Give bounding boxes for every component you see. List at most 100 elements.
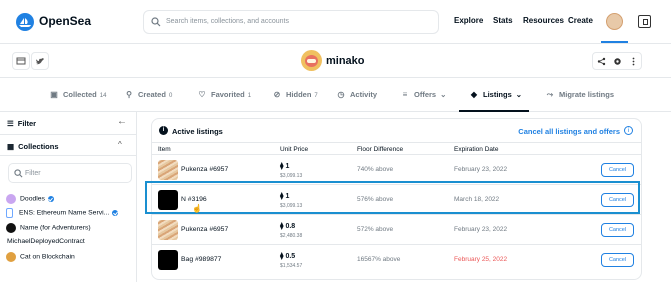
chevron-down-icon: ⌄ bbox=[515, 90, 523, 99]
collapse-arrow-icon[interactable]: ← bbox=[117, 116, 127, 127]
unit-price: ⧫ 0.5 bbox=[280, 253, 296, 260]
floor-difference: 16567% above bbox=[357, 256, 401, 263]
tab-migrate-listings[interactable]: ⤳ Migrate listings bbox=[545, 90, 614, 100]
nav-explore[interactable]: Explore bbox=[454, 16, 483, 25]
brush-icon: ⚲ bbox=[126, 90, 132, 99]
eth-icon: ⧫ bbox=[280, 223, 284, 230]
eth-icon: ⧫ bbox=[280, 163, 284, 170]
sidebar-item-michael-contract[interactable]: MichaelDeployedContract bbox=[7, 238, 135, 250]
selected-row-highlight bbox=[145, 181, 640, 214]
help-icon[interactable]: i bbox=[624, 126, 633, 135]
search-icon bbox=[14, 169, 23, 178]
global-search-input[interactable]: Search items, collections, and accounts bbox=[143, 10, 439, 34]
floor-difference: 572% above bbox=[357, 226, 394, 233]
collections-section-header[interactable]: ▦ Collections ^ bbox=[0, 134, 136, 156]
profile-avatar-icon[interactable] bbox=[606, 13, 623, 30]
sidebar-item-doodles[interactable]: Doodles bbox=[6, 194, 134, 206]
top-navbar: OpenSea Search items, collections, and a… bbox=[0, 0, 671, 44]
filter-header[interactable]: ☰ Filter bbox=[7, 119, 36, 128]
active-tab-indicator bbox=[459, 110, 529, 112]
table-row[interactable]: Pukenza #6957 ⧫ 1 $3,099.13 740% above Fe… bbox=[152, 154, 641, 184]
chevron-down-icon: ⌄ bbox=[440, 90, 447, 99]
filter-sidebar: ☰ Filter ← ▦ Collections ^ Filter Doodles … bbox=[0, 112, 137, 282]
search-icon bbox=[151, 17, 161, 27]
hand-cursor-icon: ☝ bbox=[192, 204, 202, 213]
usd-price: $1,534.57 bbox=[280, 263, 303, 269]
tab-favorited[interactable]: ♡ Favorited 1 bbox=[197, 90, 251, 99]
grid-icon: ▦ bbox=[7, 142, 15, 151]
profile-actions bbox=[592, 52, 642, 70]
tab-hidden[interactable]: ⊘ Hidden 7 bbox=[272, 90, 318, 99]
cat-avatar bbox=[6, 252, 16, 262]
unit-price: ⧫ 0.8 bbox=[280, 223, 296, 230]
wallet-icon[interactable] bbox=[638, 15, 651, 28]
panel-header: i Active listings Cancel all listings an… bbox=[152, 119, 641, 143]
cancel-listing-button[interactable]: Cancel bbox=[601, 163, 634, 177]
heart-icon: ♡ bbox=[198, 90, 206, 99]
search-placeholder: Search items, collections, and accounts bbox=[166, 18, 289, 25]
ens-avatar bbox=[6, 208, 13, 218]
eye-off-icon: ⊘ bbox=[273, 90, 281, 99]
item-name[interactable]: Bag #989877 bbox=[181, 256, 221, 263]
cancel-listing-button[interactable]: Cancel bbox=[601, 253, 634, 267]
item-thumbnail[interactable] bbox=[158, 160, 178, 180]
tab-listings[interactable]: ◆ Listings ⌄ bbox=[469, 90, 522, 99]
brand-name[interactable]: OpenSea bbox=[39, 14, 91, 28]
tab-offers[interactable]: ≡ Offers ⌄ bbox=[400, 90, 447, 99]
expiration-date: February 25, 2022 bbox=[454, 256, 508, 263]
column-header-expiration: Expiration Date bbox=[454, 146, 499, 153]
verified-badge-icon bbox=[112, 210, 119, 216]
nav-stats[interactable]: Stats bbox=[493, 16, 513, 25]
profile-tabs: ▣ Collected 14 ⚲ Created 0 ♡ Favorited 1 ⊘ Hidd… bbox=[0, 78, 671, 112]
panel-title: Active listings bbox=[172, 127, 223, 136]
collected-icon: ▣ bbox=[50, 90, 58, 99]
item-thumbnail[interactable] bbox=[158, 250, 178, 270]
profile-active-indicator bbox=[601, 41, 628, 43]
twitter-button[interactable] bbox=[31, 52, 49, 70]
floor-difference: 740% above bbox=[357, 166, 394, 173]
tab-activity[interactable]: ◷ Activity bbox=[336, 90, 378, 99]
column-header-item: Item bbox=[158, 146, 171, 153]
sidebar-item-cat-on-blockchain[interactable]: Cat on Blockchain bbox=[6, 252, 134, 264]
nav-create[interactable]: Create bbox=[568, 16, 593, 25]
opensea-logo-icon[interactable] bbox=[16, 13, 34, 31]
item-name[interactable]: Pukenza #6957 bbox=[181, 166, 228, 173]
column-header-floor: Floor Difference bbox=[357, 146, 404, 153]
clock-icon: ◷ bbox=[337, 90, 345, 99]
chevron-up-icon: ^ bbox=[118, 140, 122, 149]
more-options-icon[interactable] bbox=[625, 53, 641, 69]
profile-name: minako bbox=[326, 55, 365, 67]
share-icon[interactable] bbox=[593, 53, 609, 69]
item-thumbnail[interactable] bbox=[158, 220, 178, 240]
expiration-date: February 23, 2022 bbox=[454, 226, 508, 233]
sidebar-item-ens[interactable]: ENS: Ethereum Name Servi... bbox=[6, 208, 134, 220]
tab-collected[interactable]: ▣ Collected 14 bbox=[49, 90, 106, 99]
profile-bar: minako bbox=[0, 44, 671, 78]
window-icon bbox=[16, 57, 26, 65]
twitter-icon bbox=[36, 58, 44, 65]
usd-price: $2,480.38 bbox=[280, 233, 303, 239]
name-adventurers-avatar bbox=[6, 223, 16, 233]
item-name[interactable]: Pukenza #6957 bbox=[181, 226, 228, 233]
settings-gear-icon[interactable] bbox=[609, 53, 625, 69]
list-icon: ≡ bbox=[402, 90, 408, 99]
tab-created[interactable]: ⚲ Created 0 bbox=[124, 90, 172, 99]
nav-resources[interactable]: Resources bbox=[523, 16, 564, 25]
expiration-date: February 23, 2022 bbox=[454, 166, 508, 173]
table-row[interactable]: Bag #989877 ⧫ 0.5 $1,534.57 16567% above … bbox=[152, 244, 641, 274]
filter-icon: ☰ bbox=[7, 119, 14, 128]
sidebar-item-name-adventurers[interactable]: Name (for Adventurers) bbox=[6, 223, 134, 235]
cancel-all-button[interactable]: Cancel all listings and offers bbox=[518, 127, 620, 136]
unit-price: ⧫ 1 bbox=[280, 163, 290, 170]
cancel-listing-button[interactable]: Cancel bbox=[601, 223, 634, 237]
table-row[interactable]: Pukenza #6957 ⧫ 0.8 $2,480.38 572% above … bbox=[152, 214, 641, 244]
info-icon: i bbox=[159, 126, 168, 135]
column-header-price: Unit Price bbox=[280, 146, 309, 153]
eth-icon: ⧫ bbox=[280, 253, 284, 260]
doodles-avatar bbox=[6, 194, 16, 204]
website-button[interactable] bbox=[12, 52, 30, 70]
profile-picture[interactable] bbox=[301, 50, 322, 71]
collection-filter-input[interactable]: Filter bbox=[8, 163, 132, 183]
usd-price: $3,099.13 bbox=[280, 173, 303, 179]
verified-badge-icon bbox=[47, 196, 54, 202]
